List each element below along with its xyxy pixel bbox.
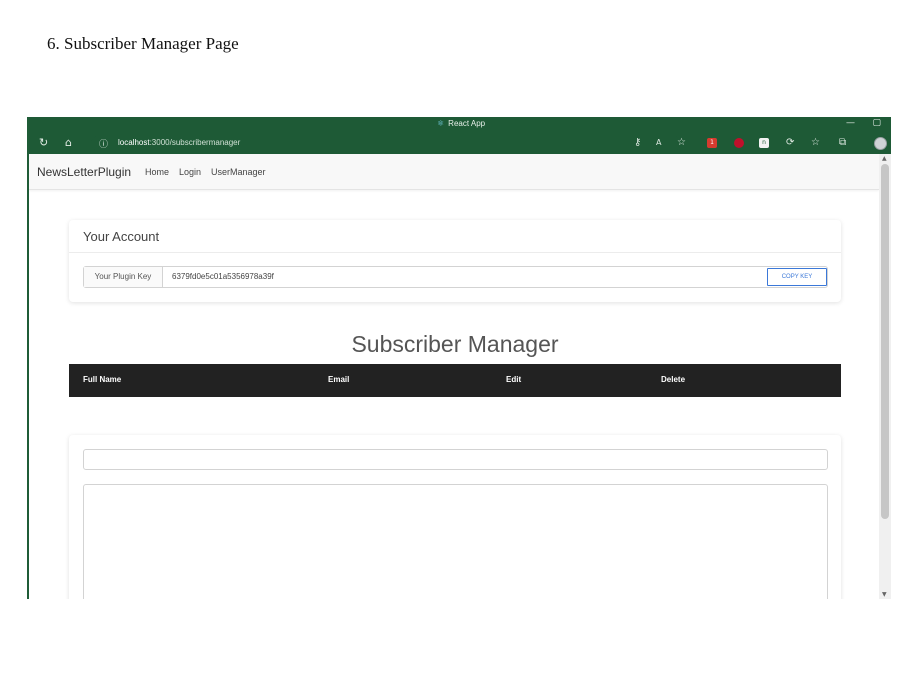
title-bar: ⚛ React App — ▢ bbox=[29, 117, 891, 134]
favorite-add-icon[interactable]: ☆ bbox=[677, 137, 686, 149]
nav-link-login[interactable]: Login bbox=[179, 167, 201, 177]
app-navbar: NewsLetterPlugin Home Login UserManager bbox=[29, 154, 879, 190]
plugin-key-value[interactable]: 6379fd0e5c01a5356978a39f bbox=[172, 267, 274, 287]
plugin-key-label: Your Plugin Key bbox=[84, 267, 163, 287]
subject-input[interactable] bbox=[83, 449, 828, 470]
message-textarea[interactable] bbox=[83, 484, 828, 599]
nav-link-home[interactable]: Home bbox=[145, 167, 169, 177]
card-divider bbox=[69, 252, 841, 253]
address-bar: ↻ ⌂ ⓘ localhost:3000/subscribermanager ⚷… bbox=[29, 134, 891, 154]
url-host: localhost bbox=[118, 138, 150, 147]
info-icon[interactable]: ⓘ bbox=[99, 137, 108, 150]
nav-link-usermanager[interactable]: UserManager bbox=[211, 167, 266, 177]
subscriber-table-header: Full Name Email Edit Delete bbox=[69, 364, 841, 397]
key-icon[interactable]: ⚷ bbox=[634, 137, 641, 149]
extension-badge-icon[interactable]: 1 bbox=[707, 138, 717, 148]
column-header-edit: Edit bbox=[506, 375, 522, 384]
url-path: :3000/subscribermanager bbox=[149, 138, 241, 147]
account-card-title: Your Account bbox=[83, 229, 160, 244]
document-caption: 6. Subscriber Manager Page bbox=[47, 34, 239, 53]
plugin-key-group: Your Plugin Key 6379fd0e5c01a5356978a39f… bbox=[83, 266, 828, 288]
window-title: ⚛ React App bbox=[437, 119, 485, 128]
restore-icon[interactable]: ▢ bbox=[872, 118, 881, 128]
scrollbar-thumb[interactable] bbox=[881, 164, 889, 519]
favorites-icon[interactable]: ☆ bbox=[811, 137, 820, 149]
url-text[interactable]: localhost:3000/subscribermanager bbox=[118, 138, 240, 147]
url-field[interactable]: ⓘ localhost:3000/subscribermanager bbox=[91, 136, 681, 151]
account-card: Your Account Your Plugin Key 6379fd0e5c0… bbox=[69, 220, 841, 302]
column-header-full-name: Full Name bbox=[83, 375, 122, 384]
notion-extension-icon[interactable]: n bbox=[759, 138, 769, 148]
window-title-text: React App bbox=[448, 119, 486, 128]
page-scrollbar[interactable]: ▲ ▼ bbox=[879, 154, 891, 599]
column-header-delete: Delete bbox=[661, 375, 686, 384]
scroll-down-icon[interactable]: ▼ bbox=[882, 591, 887, 598]
extension-icon[interactable] bbox=[734, 138, 744, 148]
refresh-icon[interactable]: ↻ bbox=[39, 137, 48, 149]
home-icon[interactable]: ⌂ bbox=[65, 137, 72, 149]
collections-icon[interactable]: ⧉ bbox=[839, 137, 846, 149]
navbar-brand[interactable]: NewsLetterPlugin bbox=[37, 165, 131, 179]
column-header-email: Email bbox=[328, 375, 350, 384]
browser-window: ⚛ React App — ▢ ↻ ⌂ ⓘ localhost:3000/subs… bbox=[27, 117, 891, 599]
page-title: Subscriber Manager bbox=[351, 331, 559, 357]
minimize-icon[interactable]: — bbox=[846, 118, 855, 128]
react-icon: ⚛ bbox=[437, 119, 445, 128]
scroll-up-icon[interactable]: ▲ bbox=[882, 155, 887, 162]
read-aloud-icon[interactable]: A bbox=[656, 137, 661, 149]
copy-key-button[interactable]: COPY KEY bbox=[767, 268, 827, 286]
extensions-icon[interactable]: ⟳ bbox=[786, 137, 794, 149]
email-compose-card bbox=[69, 435, 841, 599]
profile-avatar[interactable] bbox=[874, 137, 887, 150]
